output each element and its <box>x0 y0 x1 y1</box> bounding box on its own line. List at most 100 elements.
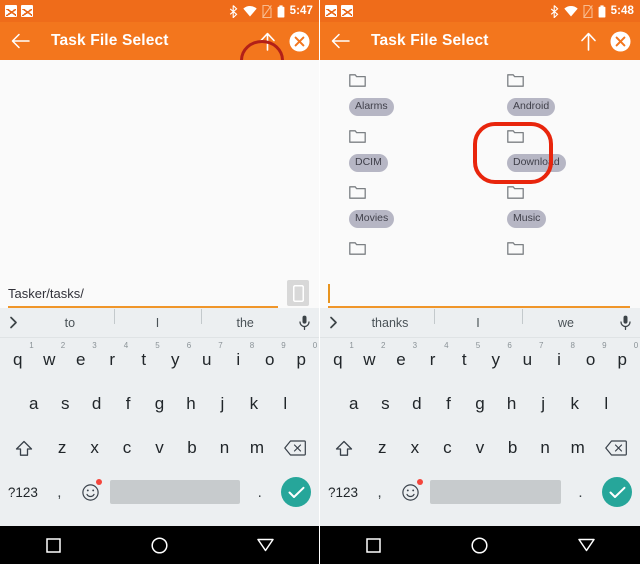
key-z[interactable]: z <box>46 428 78 468</box>
key-o[interactable]: 9o <box>575 340 607 380</box>
folder-item-music[interactable]: Music <box>480 185 640 241</box>
key-x[interactable]: x <box>78 428 110 468</box>
triangle-back-icon[interactable] <box>567 538 607 552</box>
suggestion-item[interactable]: I <box>113 308 202 330</box>
key-x[interactable]: x <box>399 428 432 468</box>
chevron-right-icon[interactable] <box>320 316 346 329</box>
backspace-icon[interactable] <box>594 428 638 468</box>
suggestion-item[interactable]: thanks <box>346 316 434 330</box>
suggestion-item[interactable]: we <box>522 308 610 330</box>
key-e[interactable]: 3e <box>385 340 417 380</box>
shift-icon[interactable] <box>322 428 366 468</box>
comma-key[interactable]: , <box>364 472 395 512</box>
key-u[interactable]: 7u <box>512 340 544 380</box>
symbols-key[interactable]: ?123 <box>322 472 364 512</box>
backspace-icon[interactable] <box>273 428 317 468</box>
comma-key[interactable]: , <box>44 472 75 512</box>
emoji-icon[interactable] <box>395 472 426 512</box>
microphone-icon[interactable] <box>610 315 640 330</box>
folder-item-alarms[interactable]: Alarms <box>320 73 480 129</box>
keyboard-toggle-icon[interactable] <box>287 280 309 306</box>
key-r[interactable]: 4r <box>97 340 128 380</box>
key-t[interactable]: 5t <box>128 340 159 380</box>
key-l[interactable]: l <box>590 384 622 424</box>
key-c[interactable]: c <box>111 428 143 468</box>
up-arrow-icon[interactable] <box>254 28 280 54</box>
key-q[interactable]: 1q <box>322 340 354 380</box>
key-j[interactable]: j <box>207 384 238 424</box>
key-a[interactable]: a <box>338 384 370 424</box>
folder-item-dcim[interactable]: DCIM <box>320 129 480 185</box>
suggestion-item[interactable]: I <box>434 308 522 330</box>
space-key[interactable] <box>430 480 561 504</box>
key-n[interactable]: n <box>208 428 240 468</box>
enter-key[interactable] <box>275 477 317 507</box>
key-y[interactable]: 6y <box>480 340 512 380</box>
key-v[interactable]: v <box>143 428 175 468</box>
key-i[interactable]: 8i <box>543 340 575 380</box>
key-a[interactable]: a <box>18 384 49 424</box>
key-f[interactable]: f <box>433 384 465 424</box>
emoji-icon[interactable] <box>75 472 106 512</box>
period-key[interactable]: . <box>244 472 275 512</box>
key-l[interactable]: l <box>270 384 301 424</box>
key-d[interactable]: d <box>81 384 112 424</box>
folder-item-download[interactable]: Download <box>480 129 640 185</box>
key-n[interactable]: n <box>529 428 562 468</box>
key-s[interactable]: s <box>370 384 402 424</box>
key-v[interactable]: v <box>464 428 497 468</box>
enter-key[interactable] <box>596 477 638 507</box>
key-y[interactable]: 6y <box>160 340 191 380</box>
suggestion-item[interactable]: to <box>26 316 114 330</box>
key-f[interactable]: f <box>112 384 143 424</box>
android-nav-bar <box>320 526 640 564</box>
key-m[interactable]: m <box>561 428 594 468</box>
microphone-icon[interactable] <box>289 315 319 330</box>
key-k[interactable]: k <box>559 384 591 424</box>
back-arrow-icon[interactable] <box>331 33 350 49</box>
key-j[interactable]: j <box>527 384 559 424</box>
key-d[interactable]: d <box>401 384 433 424</box>
path-input[interactable]: Tasker/tasks/ <box>8 284 278 308</box>
key-w[interactable]: 2w <box>34 340 65 380</box>
key-g[interactable]: g <box>144 384 175 424</box>
square-recents-icon[interactable] <box>33 537 73 553</box>
key-p[interactable]: 0p <box>606 340 638 380</box>
shift-icon[interactable] <box>2 428 46 468</box>
key-h[interactable]: h <box>496 384 528 424</box>
key-e[interactable]: 3e <box>65 340 97 380</box>
close-icon[interactable] <box>609 30 631 52</box>
up-arrow-icon[interactable] <box>575 28 601 54</box>
circle-home-icon[interactable] <box>139 536 179 554</box>
period-key[interactable]: . <box>565 472 596 512</box>
key-o[interactable]: 9o <box>254 340 286 380</box>
key-g[interactable]: g <box>464 384 496 424</box>
key-b[interactable]: b <box>176 428 208 468</box>
key-m[interactable]: m <box>241 428 273 468</box>
key-p[interactable]: 0p <box>286 340 318 380</box>
key-r[interactable]: 4r <box>417 340 449 380</box>
close-icon[interactable] <box>288 30 310 52</box>
circle-home-icon[interactable] <box>460 536 500 554</box>
path-input[interactable] <box>328 284 630 308</box>
folder-item-android[interactable]: Android <box>480 73 640 129</box>
space-key[interactable] <box>109 480 241 504</box>
chevron-right-icon[interactable] <box>0 316 26 329</box>
key-q[interactable]: 1q <box>2 340 34 380</box>
folder-item-movies[interactable]: Movies <box>320 185 480 241</box>
triangle-back-icon[interactable] <box>246 538 286 552</box>
key-u[interactable]: 7u <box>191 340 223 380</box>
key-c[interactable]: c <box>431 428 464 468</box>
symbols-key[interactable]: ?123 <box>2 472 44 512</box>
key-k[interactable]: k <box>238 384 269 424</box>
key-z[interactable]: z <box>366 428 399 468</box>
key-i[interactable]: 8i <box>223 340 254 380</box>
key-s[interactable]: s <box>49 384 80 424</box>
key-h[interactable]: h <box>175 384 206 424</box>
key-t[interactable]: 5t <box>448 340 480 380</box>
back-arrow-icon[interactable] <box>11 33 30 49</box>
square-recents-icon[interactable] <box>353 537 393 553</box>
key-b[interactable]: b <box>496 428 529 468</box>
suggestion-item[interactable]: the <box>201 308 289 330</box>
key-w[interactable]: 2w <box>354 340 385 380</box>
